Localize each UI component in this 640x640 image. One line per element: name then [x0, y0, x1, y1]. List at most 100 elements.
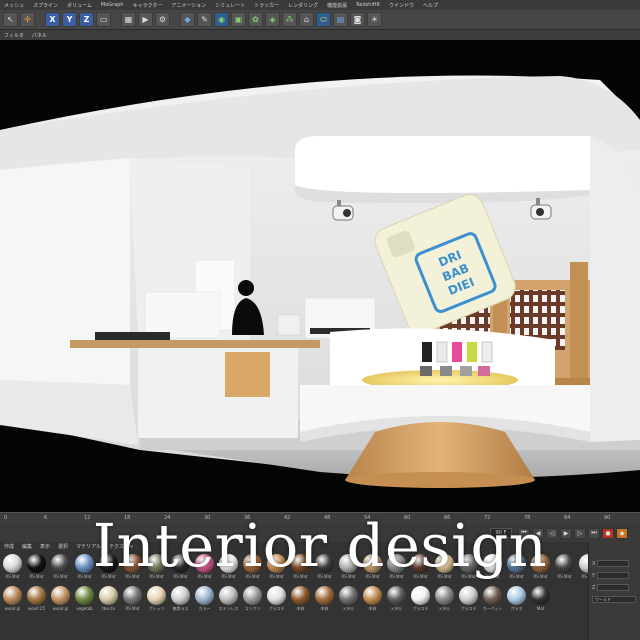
deformer-icon[interactable]: ◈ — [265, 12, 280, 27]
material-swatch[interactable]: Mat — [530, 586, 551, 612]
material-label: メタル — [390, 606, 403, 611]
environment-icon[interactable]: ▤ — [333, 12, 348, 27]
material-preview-icon — [411, 586, 430, 605]
sub-toolbar: フィルタ パネル — [0, 30, 640, 40]
material-preview-icon — [51, 586, 70, 605]
material-label: ステンレス — [218, 606, 239, 611]
cloner-icon[interactable]: ✿ — [248, 12, 263, 27]
coord-z-field[interactable] — [597, 584, 630, 591]
render-settings-icon[interactable]: ⚙ — [155, 12, 170, 27]
menu-item-render[interactable]: レンダリング — [288, 2, 318, 9]
material-swatch[interactable]: 無骨ラス — [170, 586, 191, 612]
camera-icon[interactable]: ◙ — [350, 12, 365, 27]
person-silhouette — [238, 280, 254, 296]
material-label: Mat — [536, 606, 545, 611]
axis-z-button[interactable]: Z — [79, 12, 94, 27]
subdivision-icon[interactable]: ◉ — [214, 12, 229, 27]
menu-item-volume[interactable]: ボリューム — [67, 2, 92, 9]
axis-x-button[interactable]: X — [45, 12, 60, 27]
move-icon[interactable]: ✛ — [20, 12, 35, 27]
menu-item-help[interactable]: ヘルプ — [423, 2, 438, 9]
material-swatch[interactable]: wood pl — [2, 586, 23, 612]
material-preview-icon — [387, 586, 406, 605]
menu-bar: メッシュ スプライン ボリューム MoGraph キャラクター アニメーション … — [0, 0, 640, 10]
menu-item-extensions[interactable]: 機能拡張 — [327, 2, 347, 9]
material-label: プラスチ — [460, 606, 477, 611]
coordinate-system-icon[interactable]: ▭ — [96, 12, 111, 27]
material-label: カラー — [198, 606, 211, 611]
menu-item-mograph[interactable]: MoGraph — [101, 2, 124, 8]
field-icon[interactable]: ⁂ — [282, 12, 297, 27]
material-swatch[interactable]: プラスチ — [458, 586, 479, 612]
material-label: カーペット — [482, 606, 503, 611]
material-preview-icon — [3, 586, 22, 605]
axis-y-button[interactable]: Y — [62, 12, 77, 27]
menu-item-tracker[interactable]: トラッカー — [254, 2, 279, 9]
material-label: メタル — [438, 606, 451, 611]
menu-item-simulate[interactable]: シミュレート — [215, 2, 245, 9]
render-viewport[interactable]: DRI BAB DIEI — [0, 40, 640, 512]
menu-item-window[interactable]: ウインドウ — [389, 2, 414, 9]
material-label: プラスチ — [268, 606, 285, 611]
material-preview-icon — [507, 586, 526, 605]
material-label: wood pl — [52, 606, 69, 611]
material-swatch[interactable]: プラスチ — [266, 586, 287, 612]
menu-item-character[interactable]: キャラクター — [133, 2, 163, 9]
render-region-icon[interactable]: ▦ — [121, 12, 136, 27]
material-swatch[interactable]: カラー — [194, 586, 215, 612]
material-preview-icon — [171, 586, 190, 605]
material-row-2: wood pl wood 25 wood pl vegetab ttes.tx RS Ma… — [2, 586, 551, 612]
menu-item-redshift[interactable]: RedshiftR — [356, 2, 380, 8]
material-swatch[interactable]: ステンレス — [218, 586, 239, 612]
panel-menu[interactable]: パネル — [32, 32, 47, 39]
material-preview-icon — [27, 586, 46, 605]
material-swatch[interactable]: 木材 — [314, 586, 335, 612]
material-preview-icon — [483, 586, 502, 605]
material-swatch[interactable]: 木材 — [290, 586, 311, 612]
counter-display — [144, 291, 221, 339]
material-label: 木材 — [320, 606, 329, 611]
material-label: vegetab — [76, 606, 93, 611]
counter-top — [70, 340, 320, 348]
material-label: プラスチ — [412, 606, 429, 611]
material-swatch[interactable]: ttes.tx — [98, 586, 119, 612]
cursor-icon[interactable]: ↖ — [3, 12, 18, 27]
cube-icon[interactable]: ◆ — [180, 12, 195, 27]
menu-item-spline[interactable]: スプライン — [33, 2, 58, 9]
material-swatch[interactable]: 木材 — [362, 586, 383, 612]
material-swatch[interactable]: コンクリ — [242, 586, 263, 612]
scene-icon[interactable]: ⌂ — [299, 12, 314, 27]
filter-menu[interactable]: フィルタ — [4, 32, 24, 39]
material-preview-icon — [195, 586, 214, 605]
material-label: 木材 — [296, 606, 305, 611]
render-view-icon[interactable]: ▶ — [138, 12, 153, 27]
material-swatch[interactable]: カーペット — [482, 586, 503, 612]
material-preview-icon — [147, 586, 166, 605]
material-swatch[interactable]: プラスチ — [410, 586, 431, 612]
material-label: wood 25 — [27, 606, 46, 611]
light-icon[interactable]: ☀ — [367, 12, 382, 27]
menu-item-mesh[interactable]: メッシュ — [4, 2, 24, 9]
material-swatch[interactable]: RS Mat — [122, 586, 143, 612]
material-swatch[interactable]: メタル — [386, 586, 407, 612]
material-preview-icon — [219, 586, 238, 605]
material-label: RS Mat — [125, 606, 140, 611]
material-label: コンクリ — [244, 606, 261, 611]
material-swatch[interactable]: ガラス — [506, 586, 527, 612]
interior-render: DRI BAB DIEI — [0, 75, 640, 488]
material-swatch[interactable]: vegetab — [74, 586, 95, 612]
material-swatch[interactable]: wood 25 — [26, 586, 47, 612]
material-preview-icon — [459, 586, 478, 605]
menu-item-animation[interactable]: アニメーション — [171, 2, 206, 9]
material-swatch[interactable]: wood pl — [50, 586, 71, 612]
floor-icon[interactable]: ⬭ — [316, 12, 331, 27]
material-swatch[interactable]: ブレッソ — [146, 586, 167, 612]
material-swatch[interactable]: メタル — [338, 586, 359, 612]
material-label: 木材 — [368, 606, 377, 611]
material-preview-icon — [315, 586, 334, 605]
coord-space-dropdown[interactable]: ワールド — [592, 596, 636, 603]
generator-icon[interactable]: ▣ — [231, 12, 246, 27]
material-preview-icon — [435, 586, 454, 605]
material-swatch[interactable]: メタル — [434, 586, 455, 612]
pen-icon[interactable]: ✎ — [197, 12, 212, 27]
